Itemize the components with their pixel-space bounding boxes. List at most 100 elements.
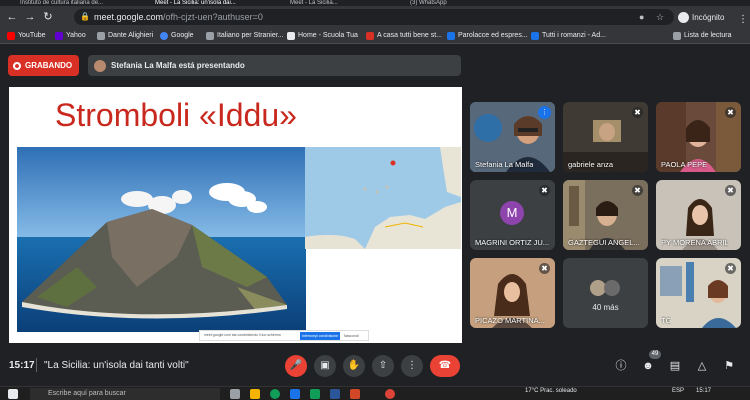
incognito-icon: [678, 12, 689, 23]
participant-tile-7[interactable]: ✖ TG: [656, 258, 741, 328]
mic-off-icon: ✖: [632, 185, 643, 196]
menu-icon[interactable]: ⋮: [738, 14, 748, 25]
word-icon[interactable]: [330, 389, 340, 399]
participant-tile-2[interactable]: ✖ PAOLA PEPE: [656, 102, 741, 172]
bookmark-dante[interactable]: Dante Alighieri: [97, 30, 153, 42]
participant-tile-5[interactable]: ✖ PY MORENA ABRIL: [656, 180, 741, 250]
bookmark-acasa[interactable]: A casa tutti bene st...: [366, 30, 442, 42]
participant-tile-4[interactable]: ✖ GAZTEGUI ANGEL...: [563, 180, 648, 250]
divider: [36, 358, 37, 372]
lock-icon[interactable]: 🔒: [80, 12, 90, 21]
avatar: M: [500, 201, 524, 225]
presenter-bar: Stefania La Malfa está presentando: [88, 55, 461, 76]
language-indicator[interactable]: ESP: [672, 388, 684, 394]
url-text: meet.google.com/ofh-cjzt-uen?authuser=0: [94, 11, 263, 23]
meeting-title: "La Sicilia: un'isola dai tanti volti": [44, 360, 189, 371]
hide-button[interactable]: Nascondi: [344, 332, 359, 340]
reading-list-label: Lista de lectura: [684, 32, 732, 39]
incognito-label: Incógnito: [692, 13, 725, 22]
task-view-icon[interactable]: [230, 389, 240, 399]
chat-icon[interactable]: ▤: [667, 358, 683, 374]
page-icon: [531, 32, 539, 40]
record-icon: [13, 61, 21, 70]
meeting-controls: 15:17 "La Sicilia: un'isola dai tanti vo…: [0, 349, 750, 386]
bookmark-yahoo[interactable]: Yahoo: [55, 30, 86, 42]
avatar: [604, 280, 620, 296]
bookmark-scuola[interactable]: Home - Scuola Tua: [287, 30, 358, 42]
participant-name: PAOLA PEPE: [661, 160, 708, 169]
bookmark-label: YouTube: [18, 32, 46, 39]
participant-name: MAGRINI ORTIZ JU...: [475, 238, 550, 247]
bookmark-label: Tutti i romanzi - Ad...: [542, 32, 606, 39]
taskbar: Escribe aquí para buscar 17°C Prac. sole…: [0, 386, 750, 400]
avatar: [94, 59, 106, 72]
recording-label: GRABANDO: [25, 61, 73, 70]
reload-icon[interactable]: ↻: [41, 10, 55, 24]
present-button[interactable]: ⇧: [372, 355, 394, 377]
bookmark-label: A casa tutti bene st...: [377, 32, 442, 39]
more-participants-label: 40 más: [592, 303, 619, 312]
taskbar-search[interactable]: Escribe aquí para buscar: [30, 388, 220, 400]
participant-tile-3[interactable]: M ✖ MAGRINI ORTIZ JU...: [470, 180, 555, 250]
youtube-icon: [7, 32, 15, 40]
file-explorer-icon[interactable]: [250, 389, 260, 399]
clock[interactable]: 15:17: [696, 388, 711, 394]
yahoo-icon: [55, 32, 63, 40]
bookmark-romanzi[interactable]: Tutti i romanzi - Ad...: [531, 30, 606, 42]
stromboli-photo: [17, 147, 306, 332]
recording-badge[interactable]: GRABANDO: [8, 55, 79, 76]
people-icon[interactable]: ☻: [640, 358, 656, 374]
bookmark-label: Italiano per Stranier...: [217, 32, 284, 39]
bookmarks-bar: YouTube Yahoo Dante Alighieri Google Ita…: [0, 28, 750, 44]
participant-tile-1[interactable]: ✖ gabriele anza: [563, 102, 648, 172]
mic-off-button[interactable]: 🎤: [285, 355, 307, 377]
more-options-button[interactable]: ⋮: [401, 355, 423, 377]
bookmark-label: Parolacce ed espres...: [458, 32, 528, 39]
reading-list-icon: [673, 32, 681, 40]
more-participants-tile[interactable]: 40 más: [563, 258, 648, 328]
mic-off-icon: ✖: [725, 263, 736, 274]
volcano-image: [17, 147, 306, 332]
mic-off-icon: ✖: [632, 107, 643, 118]
bookmark-parolacce[interactable]: Parolacce ed espres...: [447, 30, 528, 42]
bookmark-google[interactable]: Google: [160, 30, 194, 42]
edge-icon[interactable]: [270, 389, 280, 399]
windows-start-icon[interactable]: [8, 389, 18, 399]
participant-name: TG: [661, 316, 672, 325]
bookmark-youtube[interactable]: YouTube: [7, 30, 46, 42]
weather-text[interactable]: 17°C Prac. soleado: [525, 388, 577, 394]
mic-off-icon: ✖: [725, 185, 736, 196]
camera-icon[interactable]: ●: [639, 12, 644, 22]
page-icon: [287, 32, 295, 40]
participant-tile-0[interactable]: ⋮ Stefania La Malfa: [470, 102, 555, 172]
back-icon[interactable]: ←: [5, 10, 19, 24]
mic-off-icon: ✖: [725, 107, 736, 118]
reading-list[interactable]: Lista de lectura: [673, 30, 731, 42]
screen-share-notice: meet.google.com sta condividendo il tuo …: [199, 330, 369, 341]
leave-call-button[interactable]: ☎: [430, 355, 460, 377]
url-box[interactable]: 🔒 meet.google.com/ofh-cjzt-uen?authuser=…: [74, 9, 674, 25]
lock-icon[interactable]: ⚑: [721, 358, 737, 374]
participant-tile-6[interactable]: ✖ PICAZO MARTINA...: [470, 258, 555, 328]
raise-hand-button[interactable]: ✋: [343, 355, 365, 377]
info-icon[interactable]: ⓘ: [613, 358, 629, 374]
forward-icon[interactable]: →: [23, 10, 37, 24]
shared-slide: Stromboli «Iddu» meet.google.com sta con…: [9, 87, 462, 343]
excel-icon[interactable]: [310, 389, 320, 399]
mic-off-icon: ✖: [539, 263, 550, 274]
incognito-badge[interactable]: Incógnito: [678, 12, 724, 23]
screen: Instituto de cultura italiana de... Meet…: [0, 0, 750, 400]
bookmark-italiano[interactable]: Italiano per Stranier...: [206, 30, 284, 42]
map-image: [305, 147, 461, 249]
meeting-time: 15:17: [9, 360, 35, 371]
store-icon[interactable]: [290, 389, 300, 399]
stop-sharing-button[interactable]: Interrompi condivisione: [300, 332, 340, 340]
star-icon[interactable]: ☆: [656, 12, 664, 23]
participant-name: PICAZO MARTINA...: [475, 316, 545, 325]
url-host: meet.google.com: [94, 12, 164, 22]
camera-button[interactable]: ▣: [314, 355, 336, 377]
slide-title: Stromboli «Iddu»: [55, 97, 297, 133]
powerpoint-icon[interactable]: [350, 389, 360, 399]
chrome-icon[interactable]: [385, 389, 395, 399]
activities-icon[interactable]: △: [694, 358, 710, 374]
